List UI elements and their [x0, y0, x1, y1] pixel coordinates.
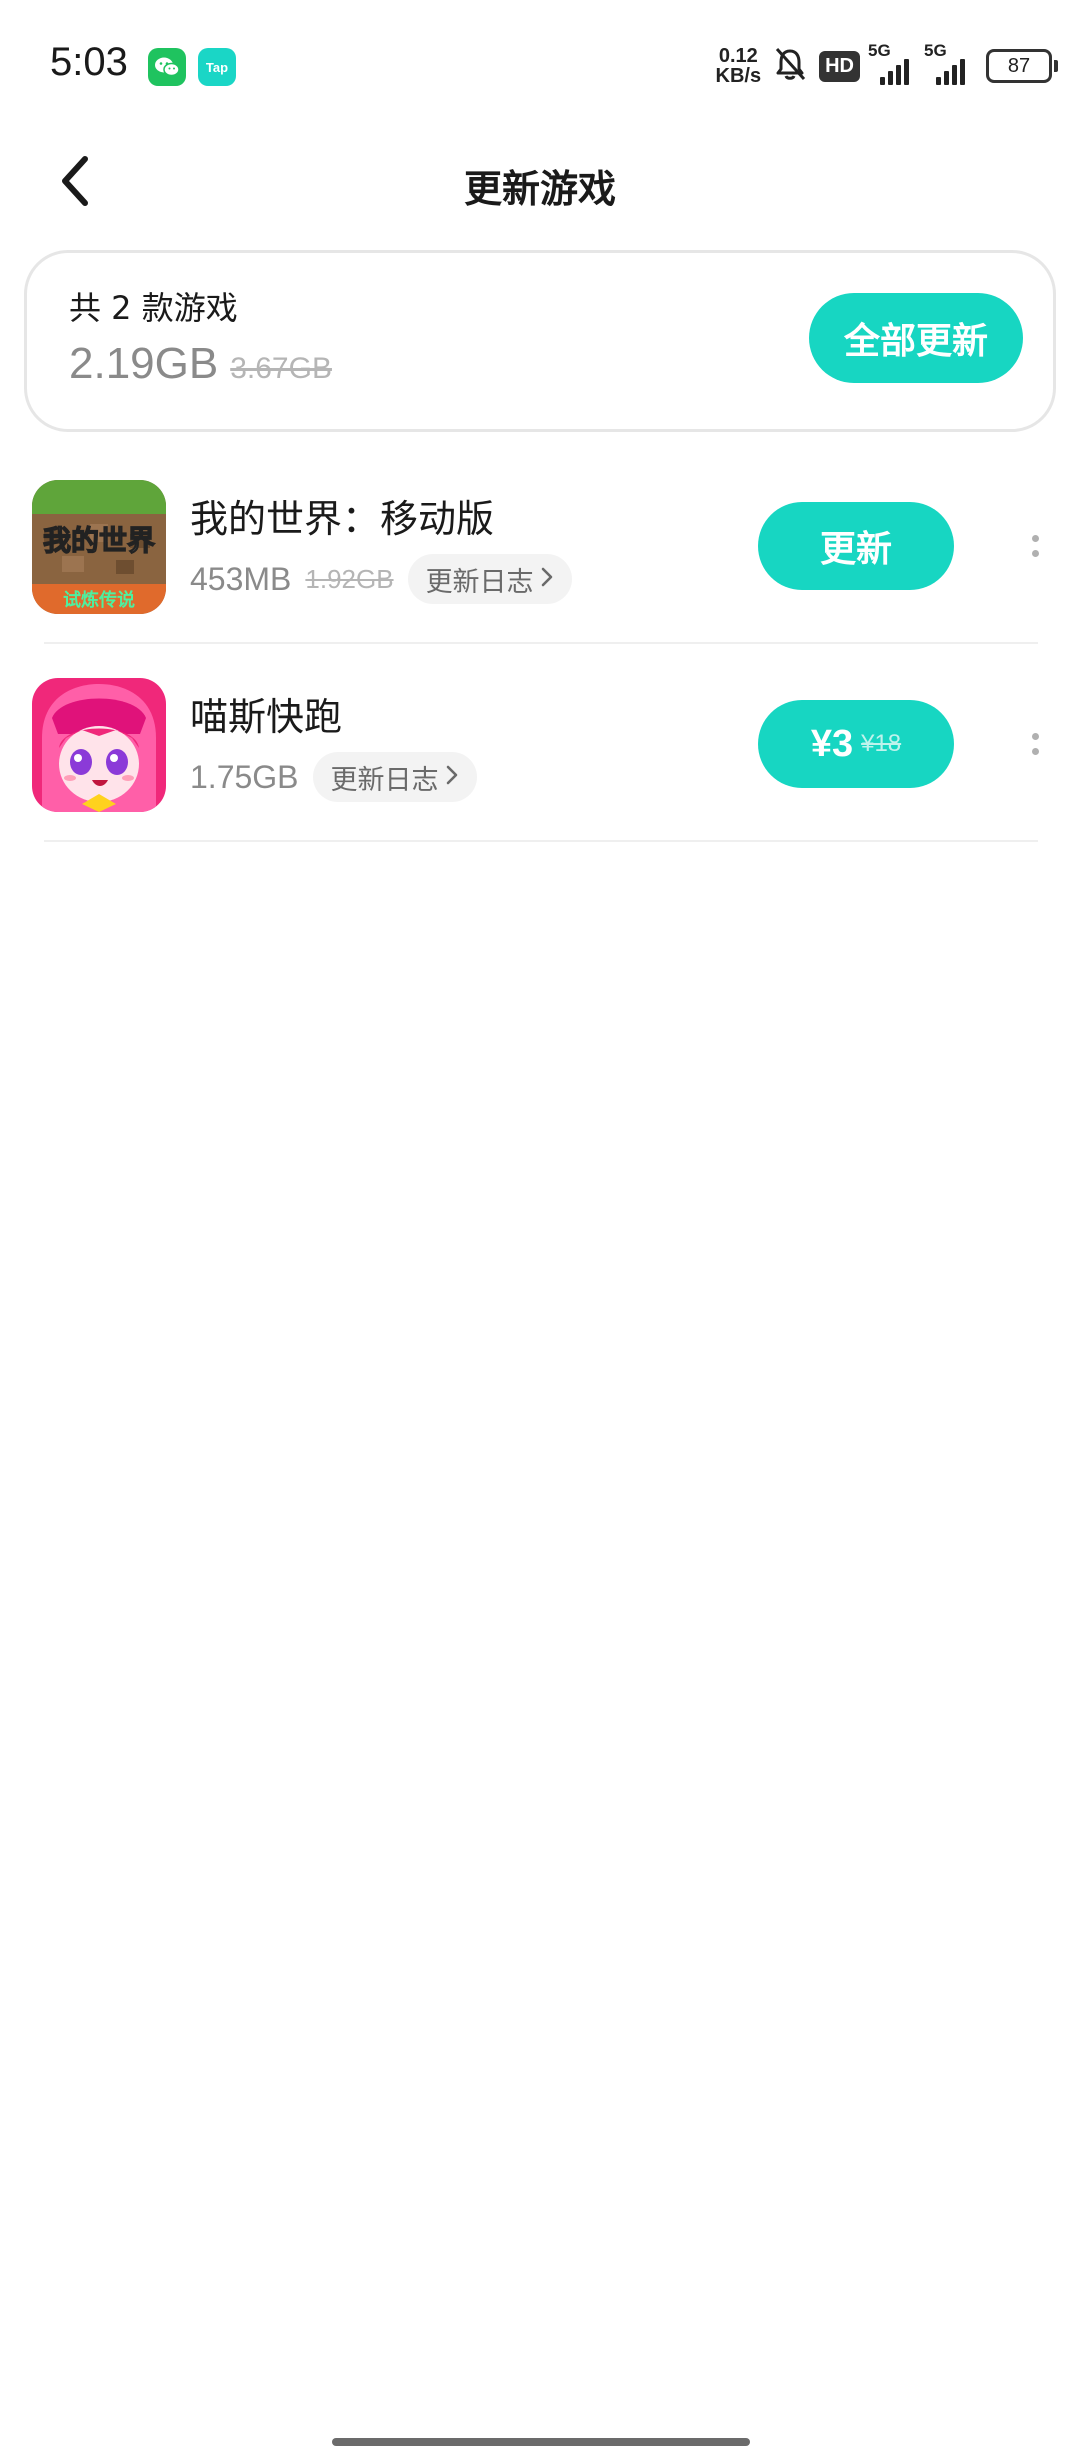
battery-level: 87	[1007, 54, 1031, 77]
signal-icon: 5G	[924, 41, 972, 85]
summary-size: 2.19GB 3.67GB	[69, 339, 332, 389]
status-bar: 5:03 Tap 0.12 KB/s HD 5G 5G 87	[0, 0, 1080, 130]
chevron-right-icon	[540, 564, 554, 595]
game-title[interactable]: 我的世界：移动版	[190, 488, 494, 543]
changelog-label: 更新日志	[330, 764, 439, 796]
page-title: 更新游戏	[463, 167, 616, 211]
home-indicator[interactable]	[332, 2438, 750, 2446]
more-options-icon[interactable]	[1020, 722, 1050, 766]
original-price: ¥18	[861, 730, 902, 757]
update-button[interactable]: 更新	[758, 502, 954, 590]
status-time: 5:03	[50, 40, 128, 84]
minecraft-game-icon[interactable]: 我的世界 试炼传说	[32, 480, 166, 614]
battery-icon: 87	[986, 49, 1058, 83]
original-total-size: 3.67GB	[230, 352, 332, 385]
hd-label: HD	[825, 54, 854, 77]
list-item[interactable]: 喵斯快跑 1.75GB 更新日志 ¥3 ¥18	[0, 644, 1080, 842]
icon-title-text: 我的世界	[43, 524, 155, 557]
taptap-icon-label: Tap	[205, 59, 229, 75]
status-indicators: 0.12 KB/s HD 5G 5G 87	[716, 41, 1058, 88]
wechat-icon	[148, 48, 186, 86]
update-button-label: 更新	[819, 528, 892, 569]
signal-2-label: 5G	[924, 41, 947, 60]
network-speed: 0.12 KB/s	[716, 46, 762, 86]
update-size: 1.75GB	[190, 758, 299, 795]
hd-voice-badge: HD	[819, 50, 860, 82]
network-speed-unit: KB/s	[715, 65, 762, 87]
current-price: ¥3	[810, 722, 854, 765]
signal-icon: 5G	[868, 41, 916, 85]
update-games-page: 5:03 Tap 0.12 KB/s HD 5G 5G 87 更新游戏 共 2 …	[0, 0, 1080, 2460]
total-update-size: 2.19GB	[69, 339, 219, 388]
muse-dash-game-icon[interactable]	[32, 678, 166, 812]
game-meta: 453MB 1.92GB 更新日志	[190, 554, 572, 604]
taptap-icon: Tap	[198, 48, 236, 86]
chevron-right-icon	[445, 762, 459, 793]
changelog-label: 更新日志	[425, 566, 534, 598]
nav-header: 更新游戏	[0, 130, 1080, 240]
list-item[interactable]: 我的世界 试炼传说 我的世界：移动版 453MB 1.92GB 更新日志 更新	[0, 446, 1080, 644]
changelog-button[interactable]: 更新日志	[312, 752, 477, 802]
more-options-icon[interactable]	[1020, 524, 1050, 568]
game-meta: 1.75GB 更新日志	[190, 752, 477, 802]
update-size: 453MB	[190, 560, 292, 597]
game-title[interactable]: 喵斯快跑	[190, 686, 342, 741]
divider	[44, 840, 1038, 842]
network-speed-value: 0.12	[718, 45, 758, 67]
original-size: 1.92GB	[305, 563, 394, 594]
summary-card: 共 2 款游戏 2.19GB 3.67GB 全部更新	[24, 250, 1056, 432]
bell-muted-icon	[771, 45, 809, 87]
signal-1-label: 5G	[868, 41, 891, 60]
buy-button[interactable]: ¥3 ¥18	[758, 700, 954, 788]
icon-subtitle-text: 试炼传说	[63, 589, 135, 611]
update-all-button[interactable]: 全部更新	[809, 293, 1023, 383]
changelog-button[interactable]: 更新日志	[407, 554, 572, 604]
game-count: 共 2 款游戏	[69, 289, 238, 327]
